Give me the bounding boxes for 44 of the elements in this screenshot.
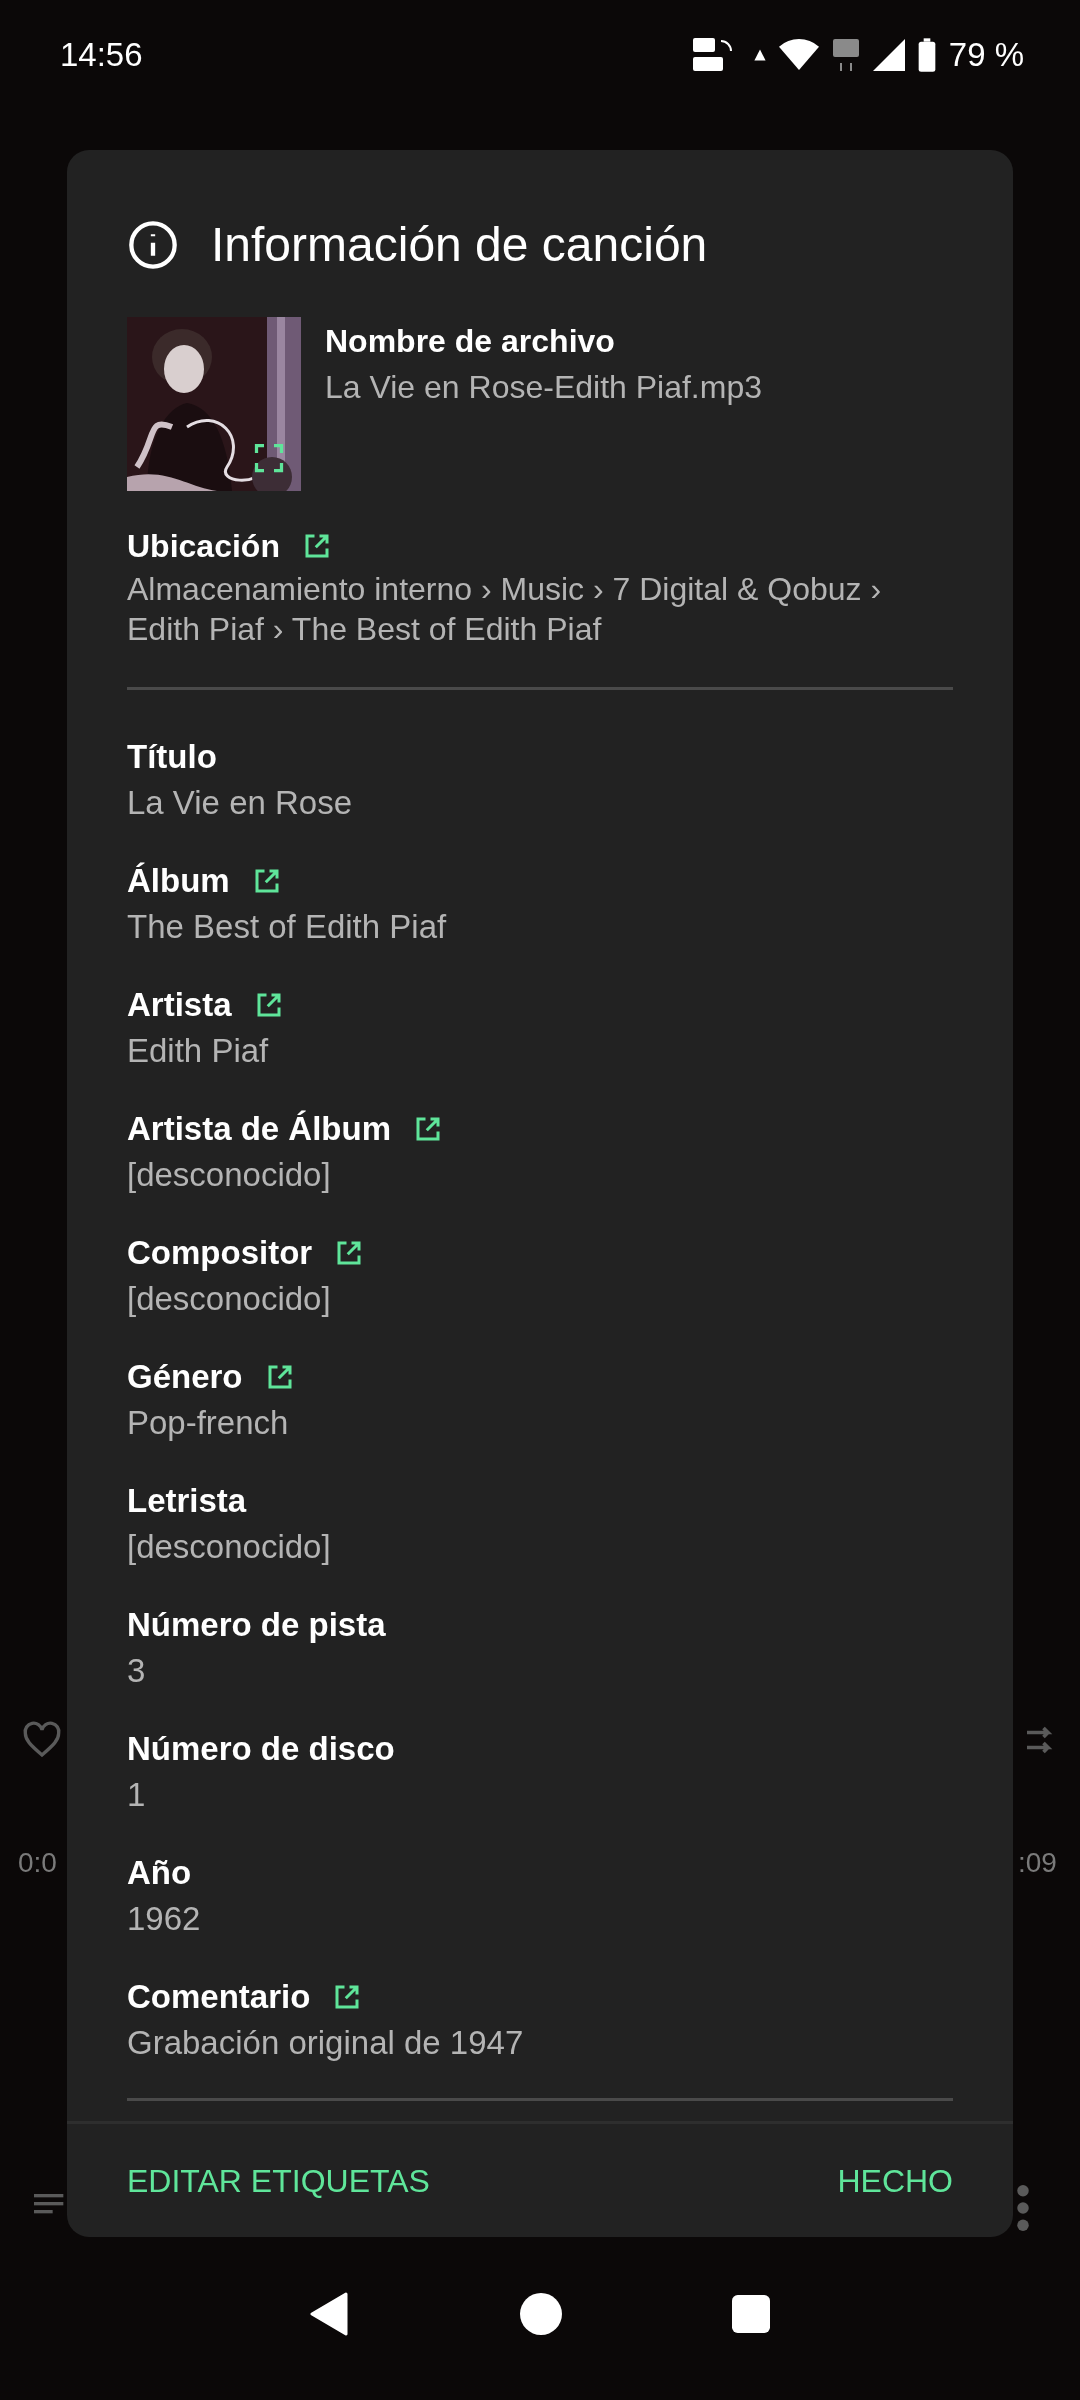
field-value: [desconocido] (127, 1527, 332, 1567)
field-label: Artista (127, 985, 232, 1025)
done-button[interactable]: HECHO (817, 2144, 973, 2217)
field-label: Título (127, 737, 217, 777)
data-arrow-icon (752, 48, 767, 62)
battery-icon (916, 38, 937, 72)
field-value: The Best of Edith Piaf (127, 907, 448, 947)
field-value: [desconocido] (127, 1155, 332, 1195)
dialog-title: Información de canción (211, 217, 708, 273)
field-value: 3 (127, 1651, 147, 1691)
edit-tags-button[interactable]: EDITAR ETIQUETAS (107, 2144, 450, 2217)
field-label: Letrista (127, 1481, 247, 1521)
field-value: 1 (127, 1775, 147, 1815)
info-icon (127, 219, 179, 271)
field-value: La Vie en Rose (127, 783, 354, 823)
field-label: Compositor (127, 1233, 313, 1273)
field-label: Álbum (127, 861, 230, 901)
battery-percent: 79 % (948, 35, 1024, 76)
field-label: Número de disco (127, 1729, 395, 1769)
field-label: Artista de Álbum (127, 1109, 392, 1149)
recents-icon[interactable] (732, 2294, 770, 2333)
heart-icon[interactable] (22, 1720, 62, 1760)
more-icon[interactable] (1015, 2185, 1031, 2231)
elapsed-time: 0:0 (18, 1846, 57, 1880)
home-icon[interactable] (520, 2292, 562, 2335)
field-value: [desconocido] (127, 1279, 332, 1319)
field-value: Edith Piaf (127, 1031, 270, 1071)
total-time: :09 (1018, 1846, 1057, 1880)
field-value: Grabación original de 1947 (127, 2023, 525, 2063)
status-time: 14:56 (60, 35, 143, 76)
field-value: Pop-french (127, 1403, 290, 1443)
wifi-icon (778, 38, 819, 72)
expand-icon[interactable] (254, 443, 284, 473)
field-label: Ubicación (127, 527, 280, 566)
field-label: Número de pista (127, 1605, 386, 1645)
back-icon[interactable] (310, 2291, 350, 2336)
field-label: Año (127, 1853, 192, 1893)
field-label: Nombre de archivo (325, 322, 616, 361)
field-label: Comentario (127, 1977, 311, 2017)
field-value: La Vie en Rose-Edith Piaf.mp3 (325, 368, 762, 407)
signal-icon (872, 39, 905, 71)
field-label: Género (127, 1357, 243, 1397)
location-path: Almacenamiento interno › Music › 7 Digital & Qobuz › Edith Piaf › The Best of Edith Piaf (127, 570, 883, 649)
field-value: 1962 (127, 1899, 202, 1939)
